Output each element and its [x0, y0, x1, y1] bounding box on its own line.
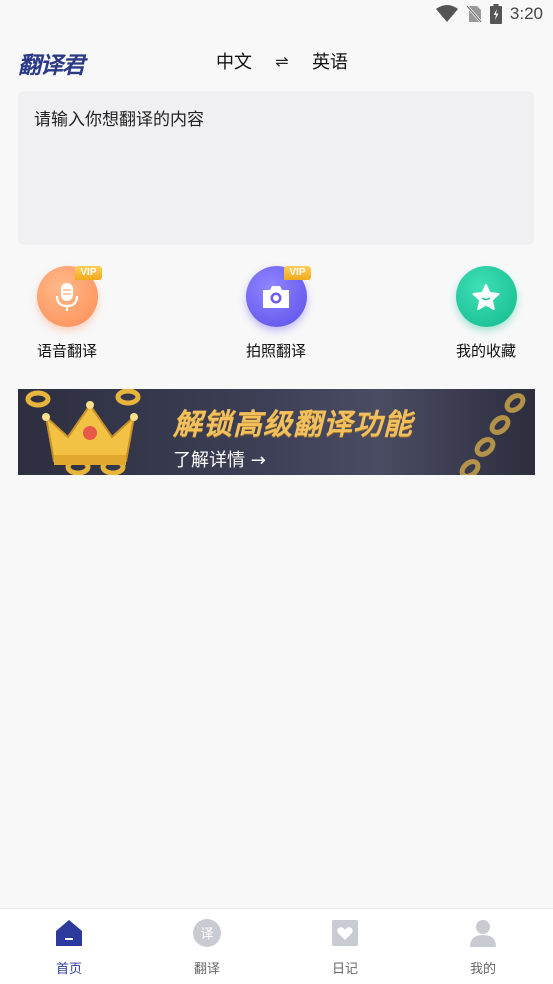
favorites-button[interactable]: 我的收藏 — [431, 266, 541, 361]
nav-home-label: 首页 — [55, 962, 82, 977]
nav-diary-label: 日记 — [331, 962, 358, 977]
microphone-icon — [55, 282, 79, 311]
svg-text:译: 译 — [200, 927, 213, 942]
vip-badge: VIP — [75, 266, 102, 280]
voice-translate-circle: VIP — [36, 266, 102, 327]
profile-icon — [467, 917, 499, 949]
crown-illustration — [25, 389, 141, 475]
photo-translate-label: 拍照翻译 — [245, 342, 306, 360]
nav-profile[interactable]: 我的 — [414, 909, 552, 984]
banner-details-link[interactable]: 了解详情 → — [173, 446, 266, 472]
nav-profile-label: 我的 — [469, 962, 496, 977]
bottom-navigation: 首页 译 翻译 日记 我的 — [0, 908, 553, 984]
translate-input-container — [18, 91, 534, 245]
photo-translate-button[interactable]: VIP 拍照翻译 — [221, 266, 331, 361]
translate-icon: 译 — [191, 917, 223, 949]
diary-icon — [329, 917, 361, 949]
swap-languages-icon[interactable]: ⇌ — [252, 52, 312, 71]
no-sim-icon — [465, 5, 482, 23]
banner-title: 解锁高级翻译功能 — [173, 407, 414, 441]
home-icon — [53, 917, 85, 949]
favorites-circle — [455, 266, 517, 327]
source-language-button[interactable]: 中文 — [216, 48, 252, 74]
voice-translate-button[interactable]: VIP 语音翻译 — [12, 266, 122, 361]
unlock-premium-banner[interactable]: 解锁高级翻译功能 了解详情 → — [18, 389, 535, 475]
app-header: 翻译君 中文 ⇌ 英语 — [0, 40, 553, 82]
favorites-label: 我的收藏 — [455, 342, 516, 360]
camera-icon — [263, 285, 289, 308]
star-icon — [472, 283, 500, 310]
target-language-button[interactable]: 英语 — [312, 48, 348, 74]
battery-charging-icon — [489, 4, 502, 24]
chain-decoration — [459, 393, 526, 475]
status-time: 3:20 — [509, 4, 543, 23]
status-bar: 3:20 — [0, 0, 553, 30]
voice-translate-label: 语音翻译 — [36, 342, 97, 360]
app-logo: 翻译君 — [18, 53, 85, 79]
photo-translate-circle: VIP — [245, 266, 311, 327]
language-switcher: 中文 ⇌ 英语 — [216, 48, 348, 74]
nav-diary[interactable]: 日记 — [276, 909, 414, 984]
wifi-icon — [435, 5, 458, 22]
nav-translate-label: 翻译 — [193, 962, 220, 977]
vip-badge: VIP — [284, 266, 311, 280]
nav-home[interactable]: 首页 — [0, 909, 138, 984]
translate-input[interactable] — [34, 105, 518, 231]
status-icons: 3:20 — [435, 4, 543, 24]
nav-translate[interactable]: 译 翻译 — [138, 909, 276, 984]
